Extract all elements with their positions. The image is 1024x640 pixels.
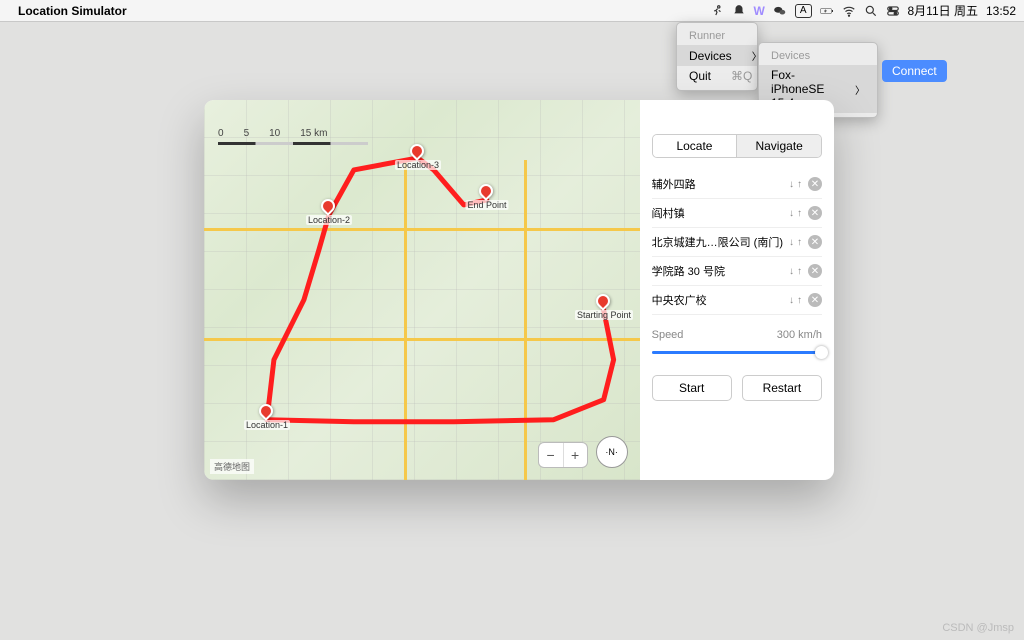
- zoom-in-button[interactable]: +: [563, 443, 587, 467]
- move-up-icon[interactable]: ↑: [797, 295, 802, 306]
- connect-button[interactable]: Connect: [882, 60, 947, 82]
- notification-icon[interactable]: [732, 4, 746, 18]
- list-item[interactable]: 阎村镇 ↓↑ ✕: [652, 199, 822, 228]
- chevron-right-icon: 〉: [855, 82, 865, 97]
- speed-value: 300 km/h: [777, 329, 822, 341]
- list-item[interactable]: 北京城建九…限公司 (南门) ↓↑ ✕: [652, 228, 822, 257]
- battery-icon[interactable]: [820, 4, 834, 18]
- menubar: Location Simulator W A 8月11日 周五 13:52: [0, 0, 1024, 22]
- watermark: CSDN @Jmsp: [942, 622, 1014, 634]
- delete-icon[interactable]: ✕: [808, 293, 822, 307]
- move-up-icon[interactable]: ↑: [797, 266, 802, 277]
- compass-icon[interactable]: · N ·: [596, 436, 628, 468]
- wechat-icon[interactable]: [773, 4, 787, 18]
- move-up-icon[interactable]: ↑: [797, 237, 802, 248]
- move-down-icon[interactable]: ↓: [789, 208, 794, 219]
- move-down-icon[interactable]: ↓: [789, 295, 794, 306]
- location-label: 学院路 30 号院: [652, 263, 783, 279]
- location-label: 阎村镇: [652, 205, 783, 221]
- location-label: 中央农广校: [652, 292, 783, 308]
- delete-icon[interactable]: ✕: [808, 235, 822, 249]
- mode-segmented-control: Locate Navigate: [652, 134, 822, 158]
- move-up-icon[interactable]: ↑: [797, 208, 802, 219]
- delete-icon[interactable]: ✕: [808, 264, 822, 278]
- menu-item-label: Devices: [689, 49, 732, 63]
- menubar-date[interactable]: 8月11日 周五: [908, 2, 978, 19]
- list-item[interactable]: 学院路 30 号院 ↓↑ ✕: [652, 257, 822, 286]
- zoom-control: − +: [538, 442, 588, 468]
- app-name[interactable]: Location Simulator: [18, 4, 127, 18]
- wifi-icon[interactable]: [842, 4, 856, 18]
- restart-button[interactable]: Restart: [742, 375, 822, 401]
- map-pin-end[interactable]: End Point: [479, 184, 495, 200]
- delete-icon[interactable]: ✕: [808, 177, 822, 191]
- move-up-icon[interactable]: ↑: [797, 179, 802, 190]
- list-item[interactable]: 中央农广校 ↓↑ ✕: [652, 286, 822, 315]
- devices-submenu-title: Devices: [759, 47, 877, 65]
- menu-item-label: Quit: [689, 69, 711, 83]
- delete-icon[interactable]: ✕: [808, 206, 822, 220]
- map-pin-loc3[interactable]: Location-3: [410, 144, 426, 160]
- zoom-out-button[interactable]: −: [539, 443, 563, 467]
- map-canvas[interactable]: 051015 km Starting Point End Point Locat…: [204, 100, 640, 480]
- map-pin-start[interactable]: Starting Point: [596, 294, 612, 310]
- menu-item-quit[interactable]: Quit ⌘Q: [677, 66, 757, 86]
- input-mode-indicator[interactable]: A: [795, 4, 812, 18]
- map-credit: 高德地图: [210, 459, 254, 474]
- move-down-icon[interactable]: ↓: [789, 266, 794, 277]
- control-center-icon[interactable]: [886, 4, 900, 18]
- spotlight-icon[interactable]: [864, 4, 878, 18]
- move-down-icon[interactable]: ↓: [789, 179, 794, 190]
- location-label: 北京城建九…限公司 (南门): [652, 234, 783, 250]
- runner-menu: Runner Devices 〉 Quit ⌘Q: [676, 22, 758, 91]
- app-window: 051015 km Starting Point End Point Locat…: [204, 100, 834, 480]
- speed-label: Speed: [652, 329, 684, 341]
- map-pin-loc1[interactable]: Location-1: [259, 404, 275, 420]
- location-label: 辅外四路: [652, 176, 783, 192]
- shortcut-label: ⌘Q: [731, 69, 752, 83]
- w-icon[interactable]: W: [754, 4, 765, 18]
- map-pin-loc2[interactable]: Location-2: [321, 199, 337, 215]
- side-panel: Locate Navigate 辅外四路 ↓↑ ✕ 阎村镇 ↓↑ ✕ 北京城建九…: [640, 100, 834, 480]
- speed-slider[interactable]: [652, 345, 822, 359]
- menu-item-devices[interactable]: Devices 〉: [677, 45, 757, 66]
- start-button[interactable]: Start: [652, 375, 732, 401]
- list-item[interactable]: 辅外四路 ↓↑ ✕: [652, 170, 822, 199]
- tab-locate[interactable]: Locate: [653, 135, 737, 157]
- move-down-icon[interactable]: ↓: [789, 237, 794, 248]
- running-icon[interactable]: [710, 4, 724, 18]
- runner-menu-title: Runner: [677, 27, 757, 45]
- tab-navigate[interactable]: Navigate: [736, 135, 821, 157]
- menubar-time[interactable]: 13:52: [986, 4, 1016, 18]
